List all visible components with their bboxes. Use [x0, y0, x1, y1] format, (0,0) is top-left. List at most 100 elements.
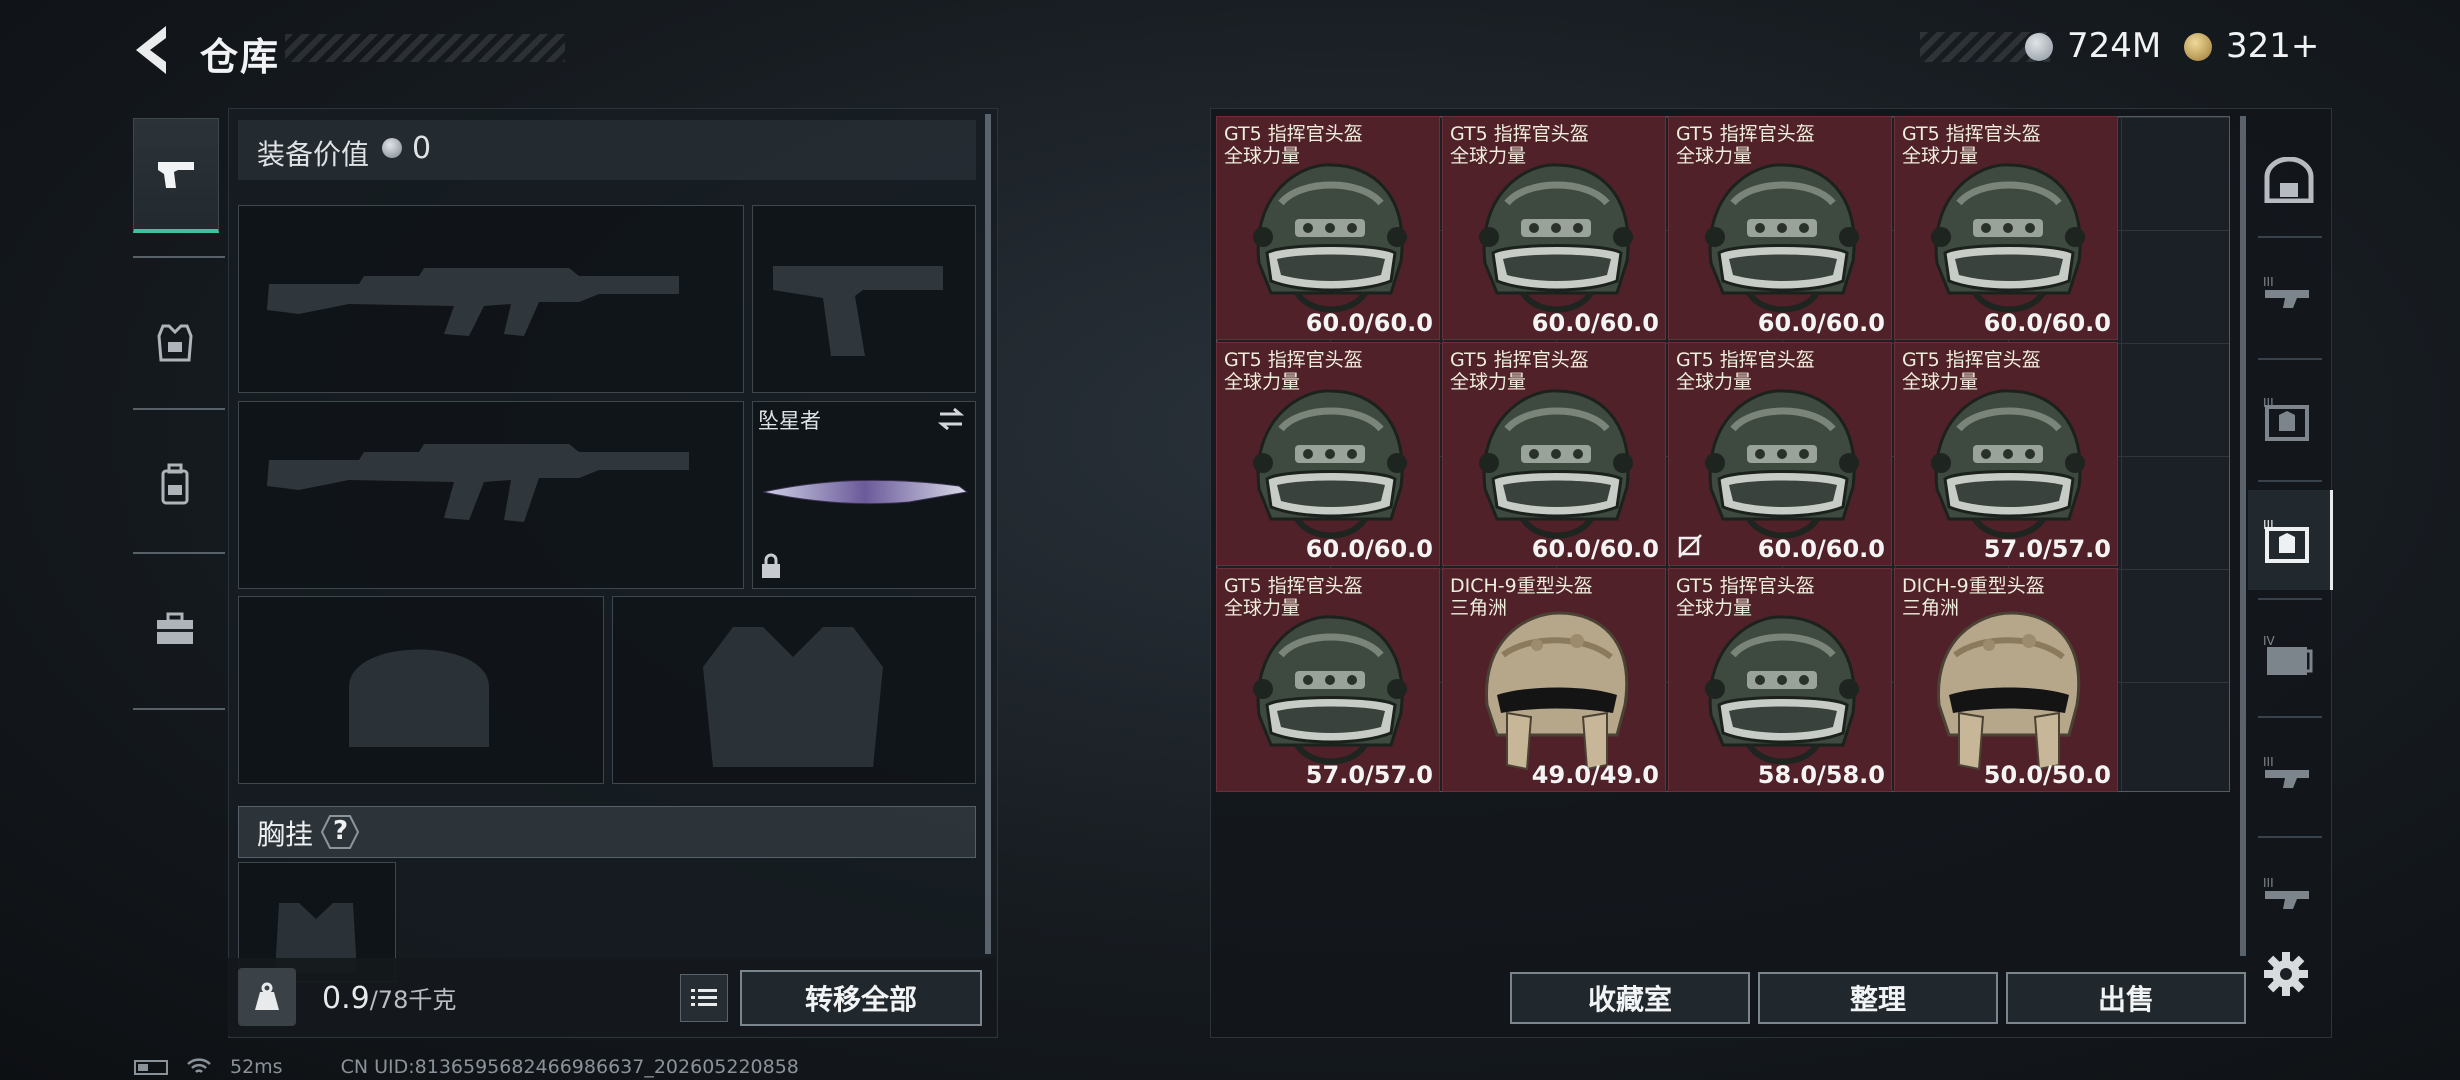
- tab-divider: [2258, 716, 2322, 718]
- weight-current: 0.9: [322, 981, 370, 1016]
- item-durability: 60.0/60.0: [1983, 309, 2111, 337]
- item-faction: 全球力量: [1450, 145, 1527, 167]
- item-faction: 全球力量: [1902, 371, 1979, 393]
- help-icon[interactable]: ?: [320, 814, 360, 850]
- helmet-silhouette-icon: [349, 649, 489, 747]
- money-amount[interactable]: 724M: [2067, 26, 2161, 66]
- inventory-scrollbar[interactable]: [2240, 116, 2246, 956]
- pistol-silhouette-icon: [773, 266, 943, 356]
- rifle-silhouette-icon: [267, 268, 679, 336]
- item-durability: 60.0/60.0: [1757, 535, 1885, 563]
- tab-storage-3e[interactable]: III: [2248, 845, 2330, 945]
- item-faction: 全球力量: [1450, 371, 1527, 393]
- sidearm-slot[interactable]: [752, 205, 976, 393]
- back-arrow-icon[interactable]: [128, 20, 178, 80]
- equipment-scrollbar[interactable]: [985, 114, 991, 954]
- tab-divider: [133, 408, 225, 410]
- weapon-case-icon: III: [2263, 275, 2309, 308]
- item-name: GT5 指挥官头盔: [1902, 349, 2041, 371]
- equipment-value-label: 装备价值: [257, 138, 370, 171]
- primary-weapon-slot-1[interactable]: [238, 205, 744, 393]
- gt5-helmet-icon: [1705, 163, 1859, 313]
- svg-text:III: III: [2263, 876, 2274, 890]
- equipment-value: 0: [412, 131, 432, 166]
- tab-case[interactable]: [133, 574, 217, 684]
- sort-button[interactable]: 整理: [1758, 972, 1998, 1024]
- tab-divider: [2258, 480, 2322, 482]
- inventory-item-cell[interactable]: GT5 指挥官头盔 全球力量 60.0/60.0: [1894, 116, 2118, 340]
- pistol-icon: [158, 162, 194, 188]
- item-name: GT5 指挥官头盔: [1676, 575, 1815, 597]
- tab-divider: [2258, 236, 2322, 238]
- gt5-helmet-icon: [1479, 389, 1633, 539]
- inventory-item-cell[interactable]: GT5 指挥官头盔 全球力量 58.0/58.0: [1668, 568, 1892, 792]
- title-decoration: [285, 34, 565, 62]
- gt5-helmet-icon: [1253, 615, 1407, 765]
- item-faction: 全球力量: [1224, 597, 1301, 619]
- inventory-item-cell[interactable]: DICH-9重型头盔 三角洲 49.0/49.0: [1442, 568, 1666, 792]
- item-name: GT5 指挥官头盔: [1450, 123, 1589, 145]
- uid-readout: CN UID:8136595682466986637_202605220858: [340, 1056, 799, 1078]
- swap-icon[interactable]: [936, 406, 966, 432]
- item-faction: 三角洲: [1450, 597, 1508, 619]
- inventory-item-cell[interactable]: GT5 指挥官头盔 全球力量 60.0/60.0: [1442, 342, 1666, 566]
- tab-storage-4[interactable]: IV: [2248, 606, 2330, 706]
- transfer-all-button[interactable]: 转移全部: [740, 970, 982, 1026]
- tab-backpack[interactable]: [133, 430, 217, 540]
- inventory-item-cell[interactable]: GT5 指挥官头盔 全球力量 60.0/60.0: [1442, 116, 1666, 340]
- item-name: GT5 指挥官头盔: [1676, 349, 1815, 371]
- battery-icon: [134, 1059, 168, 1075]
- ticket-amount[interactable]: 321+: [2226, 26, 2319, 66]
- inventory-item-cell[interactable]: GT5 指挥官头盔 全球力量 60.0/60.0: [1216, 116, 1440, 340]
- item-faction: 全球力量: [1676, 145, 1753, 167]
- tab-storage-3d[interactable]: III: [2248, 724, 2330, 824]
- weight-max: /78千克: [369, 986, 457, 1014]
- collection-room-button[interactable]: 收藏室: [1510, 972, 1750, 1024]
- gt5-helmet-icon: [1253, 389, 1407, 539]
- svg-text:III: III: [2263, 275, 2274, 289]
- dich9-helmet-icon: [1937, 611, 2081, 771]
- item-name: GT5 指挥官头盔: [1224, 123, 1363, 145]
- gear-icon[interactable]: [2262, 950, 2310, 998]
- armor-vest-icon: [157, 324, 193, 362]
- tab-divider: [2258, 358, 2322, 360]
- tab-storage-3a[interactable]: III: [2248, 244, 2330, 344]
- inventory-item-cell[interactable]: GT5 指挥官头盔 全球力量 57.0/57.0: [1894, 342, 2118, 566]
- gt5-helmet-icon: [1705, 615, 1859, 765]
- helmet-slot[interactable]: [238, 596, 604, 784]
- coin-icon: [382, 138, 402, 158]
- blade-icon: [762, 479, 969, 505]
- gt5-helmet-icon: [1479, 163, 1633, 313]
- tab-storage-3b[interactable]: III: [2248, 368, 2330, 468]
- inventory-item-cell[interactable]: GT5 指挥官头盔 全球力量 57.0/57.0: [1216, 568, 1440, 792]
- inventory-item-cell[interactable]: GT5 指挥官头盔 全球力量 60.0/60.0: [1668, 116, 1892, 340]
- inventory-item-cell[interactable]: GT5 指挥官头盔 全球力量 60.0/60.0: [1216, 342, 1440, 566]
- weight-readout: 0.9/78千克: [322, 980, 456, 1016]
- item-durability: 57.0/57.0: [1305, 761, 1433, 789]
- tab-divider: [133, 708, 225, 710]
- armor-case-icon: III: [2263, 518, 2309, 563]
- body-armor-slot[interactable]: [612, 596, 976, 784]
- tab-weapons[interactable]: [133, 118, 219, 233]
- item-durability: 60.0/60.0: [1757, 309, 1885, 337]
- gt5-helmet-icon: [1931, 163, 2085, 313]
- item-name: GT5 指挥官头盔: [1676, 123, 1815, 145]
- item-durability: 58.0/58.0: [1757, 761, 1885, 789]
- item-durability: 57.0/57.0: [1983, 535, 2111, 563]
- weapon-case-icon: III: [2263, 755, 2309, 788]
- tab-safe-box[interactable]: [2248, 130, 2330, 230]
- item-durability: 60.0/60.0: [1305, 535, 1433, 563]
- ping-readout: 52ms: [230, 1056, 283, 1078]
- tab-armor[interactable]: [133, 288, 217, 398]
- inventory-item-cell[interactable]: GT5 指挥官头盔 全球力量 60.0/60.0: [1668, 342, 1892, 566]
- primary-weapon-slot-2[interactable]: [238, 401, 744, 589]
- svg-text:III: III: [2263, 755, 2274, 769]
- inventory-item-cell[interactable]: DICH-9重型头盔 三角洲 50.0/50.0: [1894, 568, 2118, 792]
- tab-divider: [133, 552, 225, 554]
- tab-storage-3c[interactable]: III: [2248, 490, 2333, 590]
- item-durability: 50.0/50.0: [1983, 761, 2111, 789]
- sell-button[interactable]: 出售: [2006, 972, 2246, 1024]
- weapon-case-icon: III: [2263, 876, 2309, 909]
- item-faction: 全球力量: [1676, 597, 1753, 619]
- list-view-button[interactable]: [680, 974, 728, 1022]
